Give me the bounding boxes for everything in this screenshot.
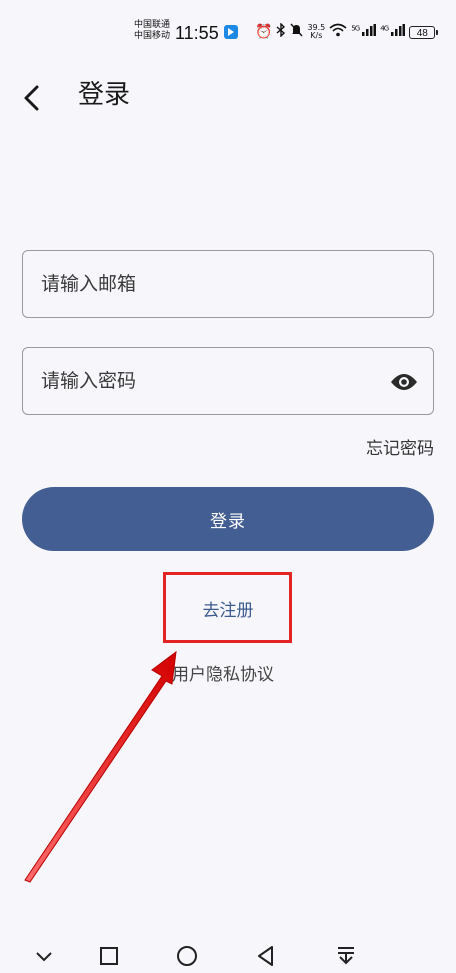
pull-down-icon: [338, 947, 354, 965]
signal-icon-2: 4G: [380, 24, 406, 40]
status-bar: 中国联通 中国移动 11:55 ⏰ 39.5 K/s 5G 4G 48: [0, 0, 456, 64]
carrier-2: 中国移动: [134, 31, 171, 41]
carrier-1: 中国联通: [134, 20, 171, 30]
nav-back-button[interactable]: [252, 942, 280, 970]
chevron-down-icon: [36, 952, 52, 962]
network-speed: 39.5 K/s: [307, 24, 325, 40]
toggle-password-visibility-button[interactable]: [389, 368, 419, 396]
system-navigation-bar: [0, 930, 456, 973]
nav-home-button[interactable]: [173, 942, 201, 970]
email-input[interactable]: [23, 251, 381, 317]
triangle-left-icon: [258, 946, 273, 966]
nav-collapse-button[interactable]: [30, 942, 58, 970]
signal-2-label: 4G: [380, 24, 389, 33]
circle-icon: [177, 946, 197, 966]
wifi-icon: [329, 23, 347, 41]
back-button[interactable]: [14, 80, 50, 116]
clock: 11:55: [175, 23, 219, 43]
network-speed-unit: K/s: [310, 31, 323, 40]
page-title: 登录: [78, 80, 131, 110]
register-link[interactable]: 去注册: [166, 574, 290, 642]
privacy-policy-link[interactable]: 用户隐私协议: [172, 663, 274, 687]
email-field[interactable]: [22, 250, 434, 318]
login-button[interactable]: 登录: [22, 487, 434, 551]
mute-bell-icon: [290, 23, 303, 41]
alarm-icon: ⏰: [255, 24, 273, 40]
forgot-password-link[interactable]: 忘记密码: [366, 437, 434, 461]
signal-icon-1: 5G: [351, 24, 377, 40]
eye-icon: [391, 374, 417, 390]
app-notification-icon: [224, 25, 238, 39]
nav-recents-button[interactable]: [95, 942, 123, 970]
bluetooth-icon: [276, 22, 286, 41]
battery-indicator: 48: [409, 25, 439, 39]
square-icon: [100, 947, 118, 965]
password-input[interactable]: [23, 348, 381, 414]
chevron-left-icon: [24, 85, 39, 111]
status-icons: ⏰ 39.5 K/s 5G 4G 48: [255, 22, 439, 42]
nav-notifications-button[interactable]: [332, 942, 360, 970]
password-field[interactable]: [22, 347, 434, 415]
signal-1-label: 5G: [351, 24, 360, 33]
carrier-names: 中国联通 中国移动: [134, 20, 170, 42]
